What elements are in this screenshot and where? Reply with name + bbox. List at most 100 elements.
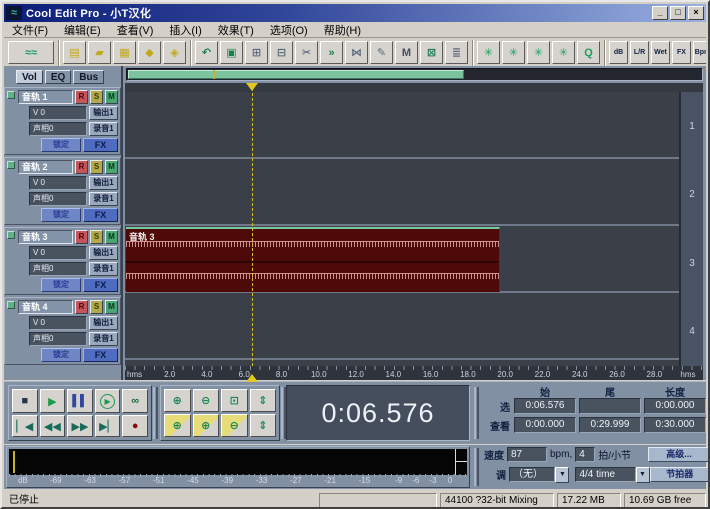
pan-field[interactable]: 声相0 [29, 332, 87, 346]
lock-button[interactable]: 锁定 [41, 138, 81, 152]
save-as-button[interactable]: ◈ [163, 41, 186, 64]
fx-button[interactable]: FX [83, 138, 118, 152]
time-signature-dropdown[interactable]: 4/4 time ▼ [575, 466, 650, 483]
envelope-tempo-button[interactable]: Bpm [693, 41, 706, 64]
track-name-field[interactable]: 音轨 1 [18, 90, 73, 104]
zoom-vertical-out-button[interactable]: ⇕ [249, 414, 276, 437]
menu-item[interactable]: 查看(V) [109, 21, 162, 39]
view-start-value[interactable]: 0:00.000 [514, 417, 576, 433]
volume-field[interactable]: V 0 [29, 316, 87, 330]
lock-button[interactable]: 锁定 [41, 348, 81, 362]
record-arm-button[interactable]: R [75, 90, 88, 104]
new-session-button[interactable]: ▤ [63, 41, 86, 64]
time-display[interactable]: 0:06.576 [286, 385, 470, 441]
go-to-end-button[interactable]: ▶▏ [94, 415, 121, 437]
zoom-right-edge-button[interactable]: ⊖ [221, 414, 248, 437]
group-clips-button[interactable]: ▣ [220, 41, 243, 64]
output-button[interactable]: 输出1 [89, 316, 118, 330]
panel-grip[interactable] [153, 387, 158, 439]
fx-apply-button[interactable]: Q [577, 41, 600, 64]
menu-item[interactable]: 帮助(H) [316, 21, 369, 39]
go-to-start-button[interactable]: ▏◀ [12, 415, 38, 437]
mute-button[interactable]: M [105, 160, 118, 174]
mute-button[interactable]: M [105, 90, 118, 104]
import-file-button[interactable]: ▦ [113, 41, 136, 64]
record-input-button[interactable]: 录音1 [89, 192, 118, 206]
rewind-button[interactable]: ◀◀ [39, 415, 66, 437]
title-bar[interactable]: ≈ Cool Edit Pro - 小T汉化 _ □ × [4, 4, 706, 22]
crossfade-button[interactable]: ⋈ [345, 41, 368, 64]
fx-button[interactable]: FX [83, 208, 118, 222]
undo-button[interactable]: ↶ [195, 41, 218, 64]
tab-bus[interactable]: Bus [73, 70, 105, 84]
horizontal-scrollbar[interactable] [126, 68, 703, 81]
restore-button[interactable]: □ [670, 6, 686, 20]
horizontal-scrollbar-thumb[interactable] [128, 70, 464, 79]
zoom-in-button[interactable]: ⊕ [164, 389, 191, 412]
fx-button[interactable]: FX [83, 278, 118, 292]
fx-wet-dry-button[interactable]: ✳ [502, 41, 525, 64]
key-dropdown[interactable]: （无） ▼ [509, 466, 570, 483]
beats-per-bar-field[interactable]: 4 [575, 447, 596, 462]
view-end-value[interactable]: 0:29.999 [579, 417, 641, 433]
track-lane-4[interactable] [125, 293, 703, 360]
duplicate-clip-button[interactable]: ⊞ [245, 41, 268, 64]
output-button[interactable]: 输出1 [89, 176, 118, 190]
record-arm-button[interactable]: R [75, 230, 88, 244]
zoom-out-button[interactable]: ⊖ [192, 389, 219, 412]
level-meter[interactable]: dB -69 -63 -57 -51 -45 -39 -33 -27 -21 -15 -9 -6 -3 0 [6, 446, 470, 488]
track-name-field[interactable]: 音轨 2 [18, 160, 73, 174]
pan-field[interactable]: 声相0 [29, 262, 87, 276]
menu-item[interactable]: 效果(T) [210, 21, 262, 39]
solo-button[interactable]: S [90, 300, 103, 314]
close-button[interactable]: × [688, 6, 704, 20]
fx-q-button[interactable]: ✳ [527, 41, 550, 64]
selection-length-value[interactable]: 0:00.000 [644, 398, 706, 414]
save-button[interactable]: ◆ [138, 41, 161, 64]
advanced-button[interactable]: 高级... [648, 447, 708, 462]
track-lane-3[interactable]: 音轨 3 [125, 226, 703, 293]
view-length-value[interactable]: 0:30.000 [644, 417, 706, 433]
record-input-button[interactable]: 录音1 [89, 262, 118, 276]
loop-button[interactable]: ∞ [122, 389, 148, 413]
minimize-button[interactable]: _ [652, 6, 668, 20]
menu-item[interactable]: 编辑(E) [56, 21, 109, 39]
panel-grip[interactable] [474, 387, 479, 439]
track-name-field[interactable]: 音轨 4 [18, 300, 73, 314]
output-button[interactable]: 输出1 [89, 106, 118, 120]
draw-envelope-button[interactable]: ✎ [370, 41, 393, 64]
fx-rack-button[interactable]: ✳ [477, 41, 500, 64]
envelope-volume-button[interactable]: dB [609, 41, 628, 64]
track-collapse-button[interactable] [7, 161, 15, 169]
mute-button[interactable]: M [105, 300, 118, 314]
envelope-fx-button[interactable]: FX [672, 41, 691, 64]
pause-button[interactable]: ▌▌ [67, 389, 93, 413]
solo-button[interactable]: S [90, 90, 103, 104]
zoom-to-selection-button[interactable]: ⊕ [164, 414, 191, 437]
selection-start-value[interactable]: 0:06.576 [514, 398, 576, 414]
output-button[interactable]: 输出1 [89, 246, 118, 260]
open-file-button[interactable]: ▰ [88, 41, 111, 64]
zoom-left-edge-button[interactable]: ⊕ [192, 414, 219, 437]
envelope-pan-button[interactable]: L/R [630, 41, 649, 64]
clip-layers-button[interactable]: ≣ [445, 41, 468, 64]
tab-vol[interactable]: Vol [16, 70, 43, 84]
bpm-field[interactable]: 87 [507, 447, 547, 462]
playhead-marker-bottom-icon[interactable] [246, 374, 258, 382]
fx-quantize-button[interactable]: ✳ [552, 41, 575, 64]
envelope-wet-button[interactable]: Wet [651, 41, 670, 64]
pan-field[interactable]: 声相0 [29, 122, 87, 136]
metronome-button[interactable]: 节拍器 [649, 467, 708, 482]
fast-forward-button[interactable]: ▶▶ [67, 415, 93, 437]
record-arm-button[interactable]: R [75, 160, 88, 174]
panel-grip[interactable] [474, 448, 479, 486]
fx-button[interactable]: FX [83, 348, 118, 362]
time-ruler[interactable]: hms 2.0 4.0 6.0 8.0 10.0 12.0 14.0 16.0 18.0 20.0 2… [125, 366, 703, 380]
lock-button[interactable]: 锁定 [41, 278, 81, 292]
chevron-down-icon[interactable]: ▼ [635, 466, 650, 483]
record-input-button[interactable]: 录音1 [89, 332, 118, 346]
mute-clip-button[interactable]: M [395, 41, 418, 64]
menu-item[interactable]: 选项(O) [262, 21, 316, 39]
record-input-button[interactable]: 录音1 [89, 122, 118, 136]
splice-button[interactable]: » [320, 41, 343, 64]
